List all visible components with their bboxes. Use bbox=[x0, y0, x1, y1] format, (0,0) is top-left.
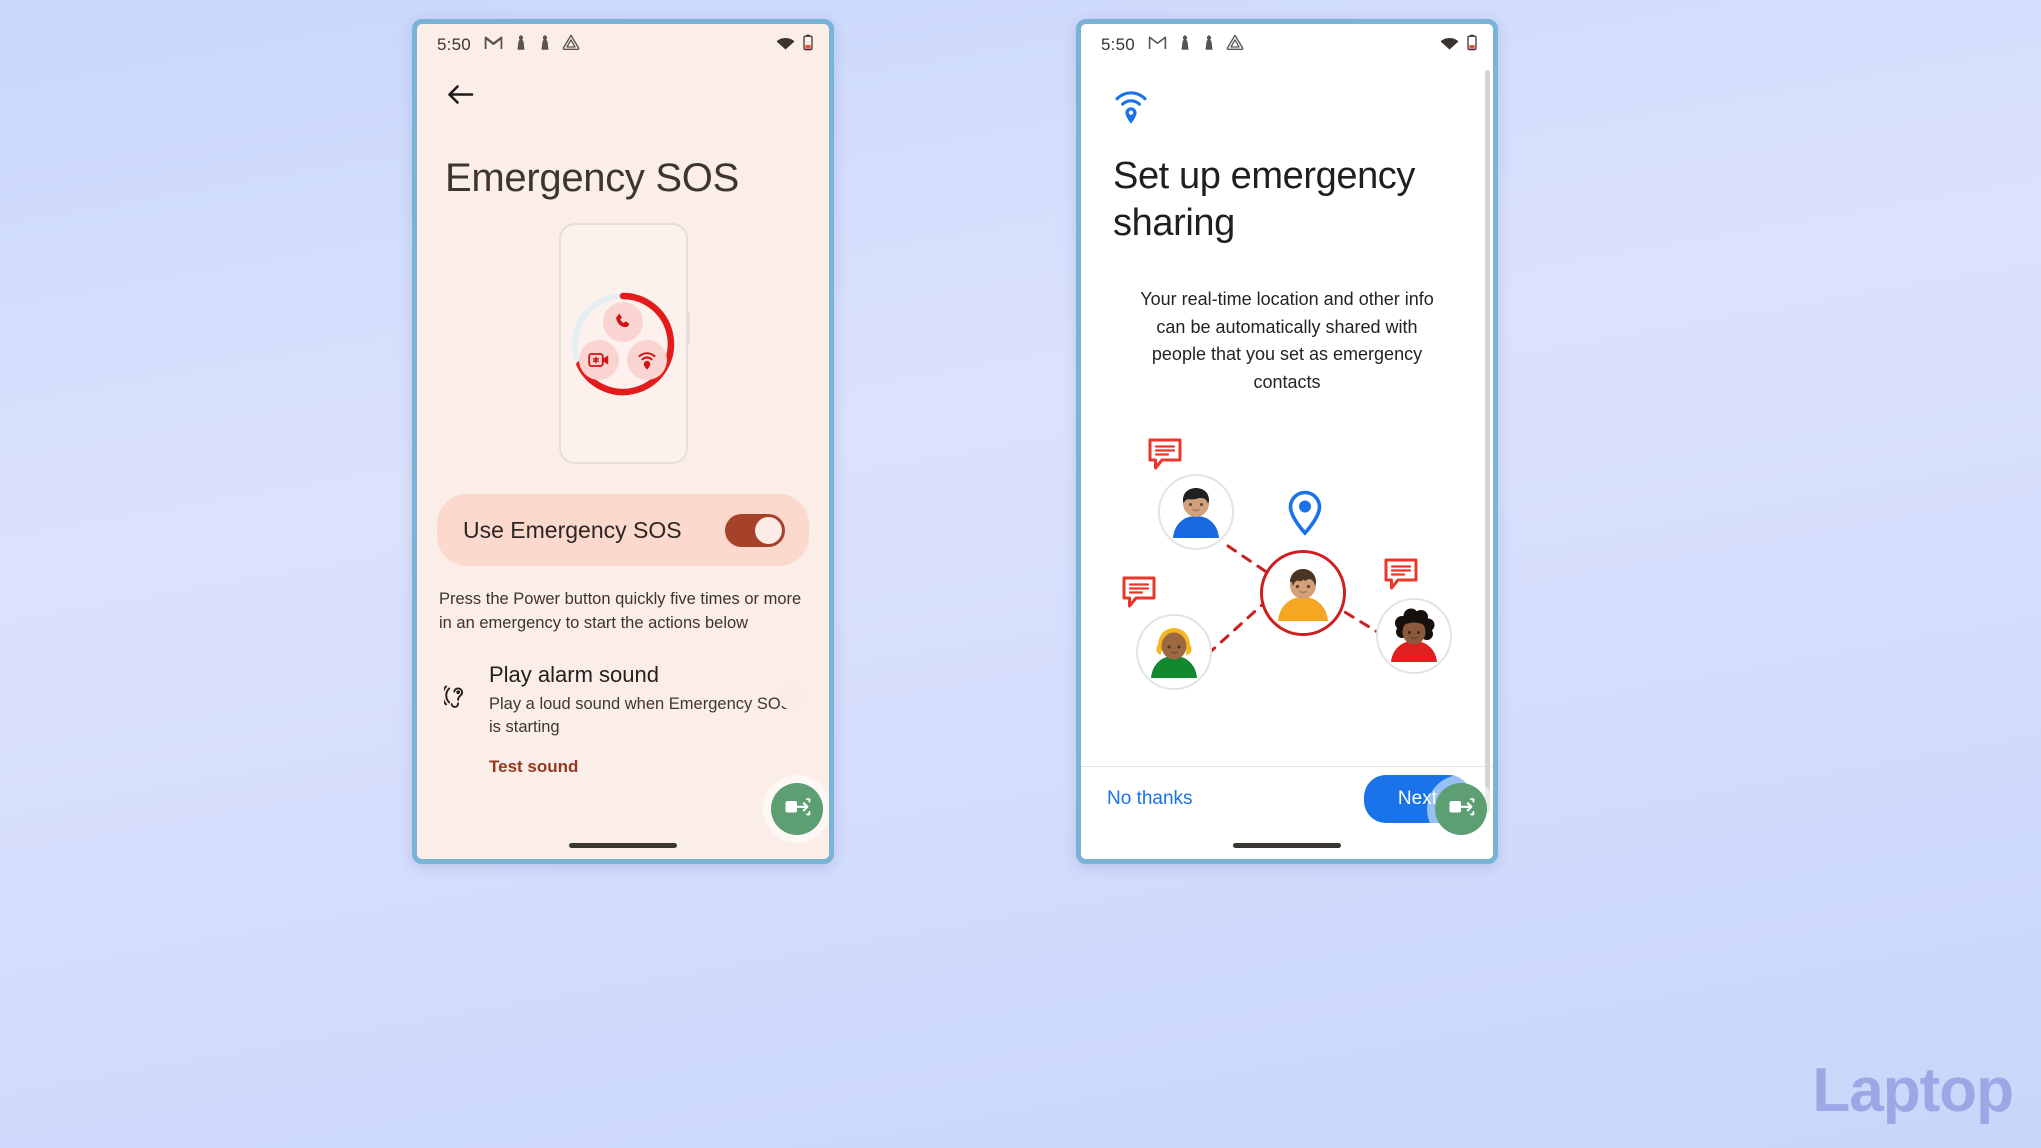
notification-pawn-icon bbox=[1202, 34, 1215, 56]
hearing-sound-icon bbox=[437, 662, 477, 711]
status-bar-time: 5:50 bbox=[437, 35, 471, 54]
emergency-contacts-network-illustration bbox=[1122, 438, 1452, 703]
screen-emergency-sos: 5:50 Emergency SOS Use Emergency SOS Pre… bbox=[417, 24, 829, 859]
use-emergency-sos-toggle[interactable] bbox=[725, 513, 785, 547]
use-emergency-sos-label: Use Emergency SOS bbox=[463, 516, 682, 543]
wifi-icon bbox=[776, 35, 795, 55]
use-emergency-sos-row[interactable]: Use Emergency SOS bbox=[437, 494, 809, 566]
laptop-watermark: Laptop bbox=[1812, 1056, 2014, 1125]
home-indicator bbox=[1233, 843, 1341, 848]
status-bar: 5:50 bbox=[417, 24, 829, 66]
play-alarm-sound-body: Play alarm sound Play a loud sound when … bbox=[477, 662, 803, 777]
back-arrow-icon bbox=[447, 84, 474, 110]
contact-avatar-bottom-left bbox=[1136, 613, 1212, 690]
wifi-icon bbox=[1440, 35, 1459, 55]
scrollbar-thumb[interactable] bbox=[1485, 70, 1490, 813]
emergency-sos-helper-text: Press the Power button quickly five time… bbox=[439, 590, 802, 632]
phone-screenshot-emergency-sharing: 5:50 Set up emergency sharing Your real-… bbox=[1076, 19, 1498, 864]
illustration-container bbox=[417, 223, 829, 464]
message-bubble-icon bbox=[1384, 558, 1422, 596]
page-title: Emergency SOS bbox=[445, 156, 739, 200]
emergency-video-icon bbox=[579, 339, 619, 380]
battery-low-icon bbox=[803, 34, 813, 56]
status-bar-system-icons bbox=[1440, 34, 1477, 56]
battery-low-icon bbox=[1467, 34, 1477, 56]
countdown-ring bbox=[567, 288, 679, 400]
play-alarm-sound-description: Play a loud sound when Emergency SOS is … bbox=[489, 694, 792, 737]
play-alarm-sound-title: Play alarm sound bbox=[489, 661, 659, 687]
back-button[interactable] bbox=[443, 80, 477, 114]
status-bar-system-icons bbox=[776, 34, 813, 56]
home-indicator bbox=[569, 843, 677, 848]
accessibility-floating-button[interactable] bbox=[771, 783, 823, 835]
test-sound-link[interactable]: Test sound bbox=[489, 757, 578, 777]
location-broadcast-icon bbox=[1113, 91, 1149, 130]
emergency-call-icon bbox=[603, 301, 643, 342]
notification-pawn-icon bbox=[1178, 34, 1191, 56]
toolbar bbox=[417, 66, 829, 114]
toggle-knob bbox=[755, 516, 782, 544]
scrollbar[interactable] bbox=[1485, 70, 1490, 813]
gmail-icon bbox=[484, 35, 503, 55]
status-bar: 5:50 bbox=[1081, 24, 1493, 66]
gmail-icon bbox=[1148, 35, 1167, 55]
drive-triangle-icon bbox=[1226, 34, 1244, 56]
footer-actions: No thanks Next bbox=[1081, 767, 1493, 831]
message-bubble-icon bbox=[1148, 438, 1186, 476]
page-title: Set up emergency sharing bbox=[1113, 155, 1415, 244]
no-thanks-button[interactable]: No thanks bbox=[1107, 788, 1193, 810]
status-bar-notification-icons bbox=[1148, 34, 1244, 56]
accessibility-floating-button[interactable] bbox=[1435, 783, 1487, 835]
header-icon-container bbox=[1081, 66, 1493, 131]
location-pin-icon bbox=[1288, 490, 1322, 541]
notification-pawn-icon bbox=[514, 34, 527, 56]
status-bar-time: 5:50 bbox=[1101, 35, 1135, 54]
toggle-knob bbox=[779, 682, 806, 710]
drive-triangle-icon bbox=[562, 34, 580, 56]
screen-emergency-sharing: 5:50 Set up emergency sharing Your real-… bbox=[1081, 24, 1493, 859]
phone-screenshot-emergency-sos: 5:50 Emergency SOS Use Emergency SOS Pre… bbox=[412, 19, 834, 864]
message-bubble-icon bbox=[1122, 576, 1160, 614]
center-user-avatar bbox=[1260, 549, 1346, 636]
emergency-location-beacon-icon bbox=[627, 339, 667, 380]
contact-avatar-top-left bbox=[1158, 473, 1234, 550]
notification-pawn-icon bbox=[538, 34, 551, 56]
screen-transfer-icon bbox=[1448, 796, 1475, 823]
screen-transfer-icon bbox=[784, 796, 811, 823]
page-description: Your real-time location and other info c… bbox=[1140, 289, 1434, 392]
status-bar-notification-icons bbox=[484, 34, 580, 56]
play-alarm-sound-toggle-wrap bbox=[779, 662, 809, 710]
contact-avatar-bottom-right bbox=[1376, 597, 1452, 674]
emergency-sos-countdown-illustration bbox=[558, 223, 690, 464]
play-alarm-sound-row[interactable]: Play alarm sound Play a loud sound when … bbox=[437, 662, 809, 777]
